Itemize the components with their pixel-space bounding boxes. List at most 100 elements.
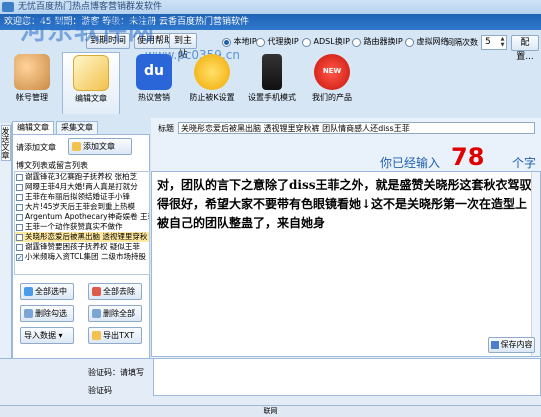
- config-button[interactable]: 配置...: [511, 35, 539, 62]
- list-item-checkbox[interactable]: [16, 213, 23, 221]
- document-add-icon: [72, 142, 81, 151]
- mode-adsl-label: ADSL换IP: [313, 37, 350, 46]
- tab-collect-article[interactable]: 采集文章: [56, 121, 98, 134]
- list-item-checkbox[interactable]: [16, 173, 23, 181]
- add-article-label: 请添加文章: [16, 143, 56, 152]
- select-all-label: 全部选中: [35, 287, 67, 296]
- import-data-button[interactable]: 导入数据 ▾: [20, 327, 74, 344]
- list-item-selected[interactable]: 关晓彤恋爱后被黑出脑 透视锂里穿秋: [15, 232, 149, 242]
- export-txt-button[interactable]: 导出TXT: [88, 327, 142, 344]
- nav-anti-ban-settings-label: 防止被K设置: [189, 93, 235, 102]
- list-item-title: 谢霆锋花3亿赛跑子抚养权 张柏芝: [25, 172, 138, 181]
- add-article-button[interactable]: 添加文章: [68, 138, 132, 155]
- captcha-hint: 验证码：请填写: [88, 368, 144, 377]
- list-item[interactable]: 王菲在布丽后拟领结婚证手小锋: [15, 192, 149, 202]
- captcha-input[interactable]: [153, 358, 541, 396]
- list-item-title: 王菲一个动作获赞真实不做作: [25, 222, 123, 231]
- interval-spinner-arrows[interactable]: ▲ ▼: [499, 36, 506, 49]
- remove-all-button[interactable]: 全部去除: [88, 283, 142, 300]
- nav-hot-marketing[interactable]: du 热议营销: [128, 52, 180, 114]
- mode-local-radio[interactable]: [222, 37, 231, 47]
- mode-route-radio[interactable]: [352, 37, 361, 47]
- editor-scrollbar[interactable]: [531, 172, 540, 356]
- save-content-button[interactable]: 保存内容: [488, 337, 535, 353]
- check-all-icon: [24, 287, 33, 296]
- import-data-label: 导入数据: [24, 331, 56, 340]
- save-icon: [490, 340, 499, 349]
- select-all-button[interactable]: 全部选中: [20, 283, 74, 300]
- add-article-button-label: 添加文章: [83, 142, 115, 151]
- nav-hot-marketing-label: 热议营销: [138, 93, 170, 102]
- mode-route-label: 路由器换IP: [363, 37, 403, 46]
- mode-local-ip[interactable]: 本地IP: [222, 37, 257, 48]
- nav-account-manage-label: 帐号管理: [16, 93, 48, 102]
- mode-proxy-ip[interactable]: 代理换IP: [256, 37, 299, 48]
- mode-proxy-radio[interactable]: [256, 37, 265, 47]
- article-body-editor[interactable]: 对，团队的言下之意除了diss王菲之外，就是盛赞关晓彤这套秋衣驾驭得很好，希望大…: [151, 171, 541, 357]
- mode-adsl-radio[interactable]: [302, 37, 311, 47]
- list-item[interactable]: 谢霆锋赞要困孩子抚养权 疑似王菲: [15, 242, 149, 252]
- list-item-title: Argentum Apothecary神奇娱卷 王菲: [25, 212, 149, 221]
- list-item[interactable]: 王菲一个动作获赞真实不做作: [15, 222, 149, 232]
- export-txt-label: 导出TXT: [103, 331, 135, 340]
- nav-edit-article[interactable]: 编辑文章: [62, 52, 120, 114]
- list-item-checkbox[interactable]: [16, 223, 23, 231]
- nav-mobile-mode-label: 设置手机模式: [248, 93, 296, 102]
- list-item[interactable]: 小米频嗨入资TCL集团 二级市场持股: [15, 252, 149, 262]
- save-content-label: 保存内容: [500, 340, 533, 349]
- nav-account-manage[interactable]: 帐号管理: [4, 52, 60, 114]
- status-text: 联网: [263, 407, 278, 415]
- list-item-title: 网曝王菲4月大婚!两人真是打就分: [25, 182, 138, 191]
- users-icon: [14, 54, 50, 90]
- remove-all-label: 全部去除: [103, 287, 135, 296]
- list-item-checkbox[interactable]: [16, 243, 23, 251]
- baidu-paw-icon: du: [136, 54, 172, 90]
- delete-all-button[interactable]: 删除全部: [88, 305, 142, 322]
- delete-icon: [24, 309, 33, 318]
- mode-local-label: 本地IP: [233, 37, 257, 46]
- home-button[interactable]: 到主站: [169, 33, 197, 60]
- mode-vpn-label: 虚拟网络: [416, 37, 449, 46]
- delete-icon: [92, 309, 101, 318]
- list-item-checkbox[interactable]: [16, 203, 23, 211]
- config-label: 配置...: [516, 38, 534, 62]
- nav-our-products-label: 我们的产品: [312, 93, 352, 102]
- list-item-checkbox[interactable]: [16, 193, 23, 201]
- title-label: 标题: [158, 124, 174, 133]
- char-count-label: 你已经输入: [380, 156, 441, 170]
- list-item-title: 大片!45岁天后王菲会到重上热模: [25, 202, 136, 211]
- list-item-title: 王菲在布丽后拟领结婚证手小锋: [25, 192, 130, 201]
- delete-checked-button[interactable]: 删除勾选: [20, 305, 74, 322]
- list-item[interactable]: 谢霆锋花3亿赛跑子抚养权 张柏芝: [15, 172, 149, 182]
- new-badge-icon: NEW: [314, 54, 350, 90]
- mode-vpn-radio[interactable]: [405, 37, 414, 47]
- nav-anti-ban-settings[interactable]: 防止被K设置: [184, 52, 240, 114]
- tab-send-article[interactable]: 发送文章: [1, 125, 11, 161]
- list-item[interactable]: 大片!45岁天后王菲会到重上热模: [15, 202, 149, 212]
- mode-adsl-ip[interactable]: ADSL换IP: [302, 37, 350, 48]
- list-item-checkbox[interactable]: [16, 253, 23, 261]
- list-item[interactable]: 网曝王菲4月大婚!两人真是打就分: [15, 182, 149, 192]
- list-item-title: 谢霆锋赞要困孩子抚养权 疑似王菲: [25, 242, 140, 251]
- mode-vpn[interactable]: 虚拟网络: [405, 37, 449, 48]
- list-item-title: 关晓彤恋爱后被黑出脑 透视锂里穿秋: [25, 232, 148, 241]
- smartphone-icon: [262, 54, 282, 90]
- wrench-icon: [194, 54, 230, 90]
- list-item-checkbox[interactable]: [16, 233, 23, 241]
- delete-checked-label: 删除勾选: [35, 309, 67, 318]
- char-count-value: 78: [451, 143, 485, 171]
- interval-label: 间隔次数: [446, 38, 478, 47]
- nav-mobile-mode[interactable]: 设置手机模式: [244, 52, 300, 114]
- tab-edit-article[interactable]: 编辑文章: [12, 121, 54, 134]
- nav-edit-article-label: 编辑文章: [75, 94, 107, 103]
- list-item[interactable]: Argentum Apothecary神奇娱卷 王菲: [15, 212, 149, 222]
- captcha-label: 验证码: [88, 386, 112, 395]
- mode-route-ip[interactable]: 路由器换IP: [352, 37, 403, 48]
- article-list[interactable]: 谢霆锋花3亿赛跑子抚养权 张柏芝 网曝王菲4月大婚!两人真是打就分 王菲在布丽后…: [14, 171, 150, 275]
- title-input[interactable]: 关晓彤恋爱后被黑出脑 透视锂里穿秋裤 团队情商感人还diss王菲: [178, 122, 535, 134]
- article-list-header: 博文列表或留言列表: [16, 161, 88, 170]
- delete-all-label: 删除全部: [103, 309, 135, 318]
- export-icon: [92, 331, 101, 340]
- nav-our-products[interactable]: NEW 我们的产品: [306, 52, 358, 114]
- list-item-checkbox[interactable]: [16, 183, 23, 191]
